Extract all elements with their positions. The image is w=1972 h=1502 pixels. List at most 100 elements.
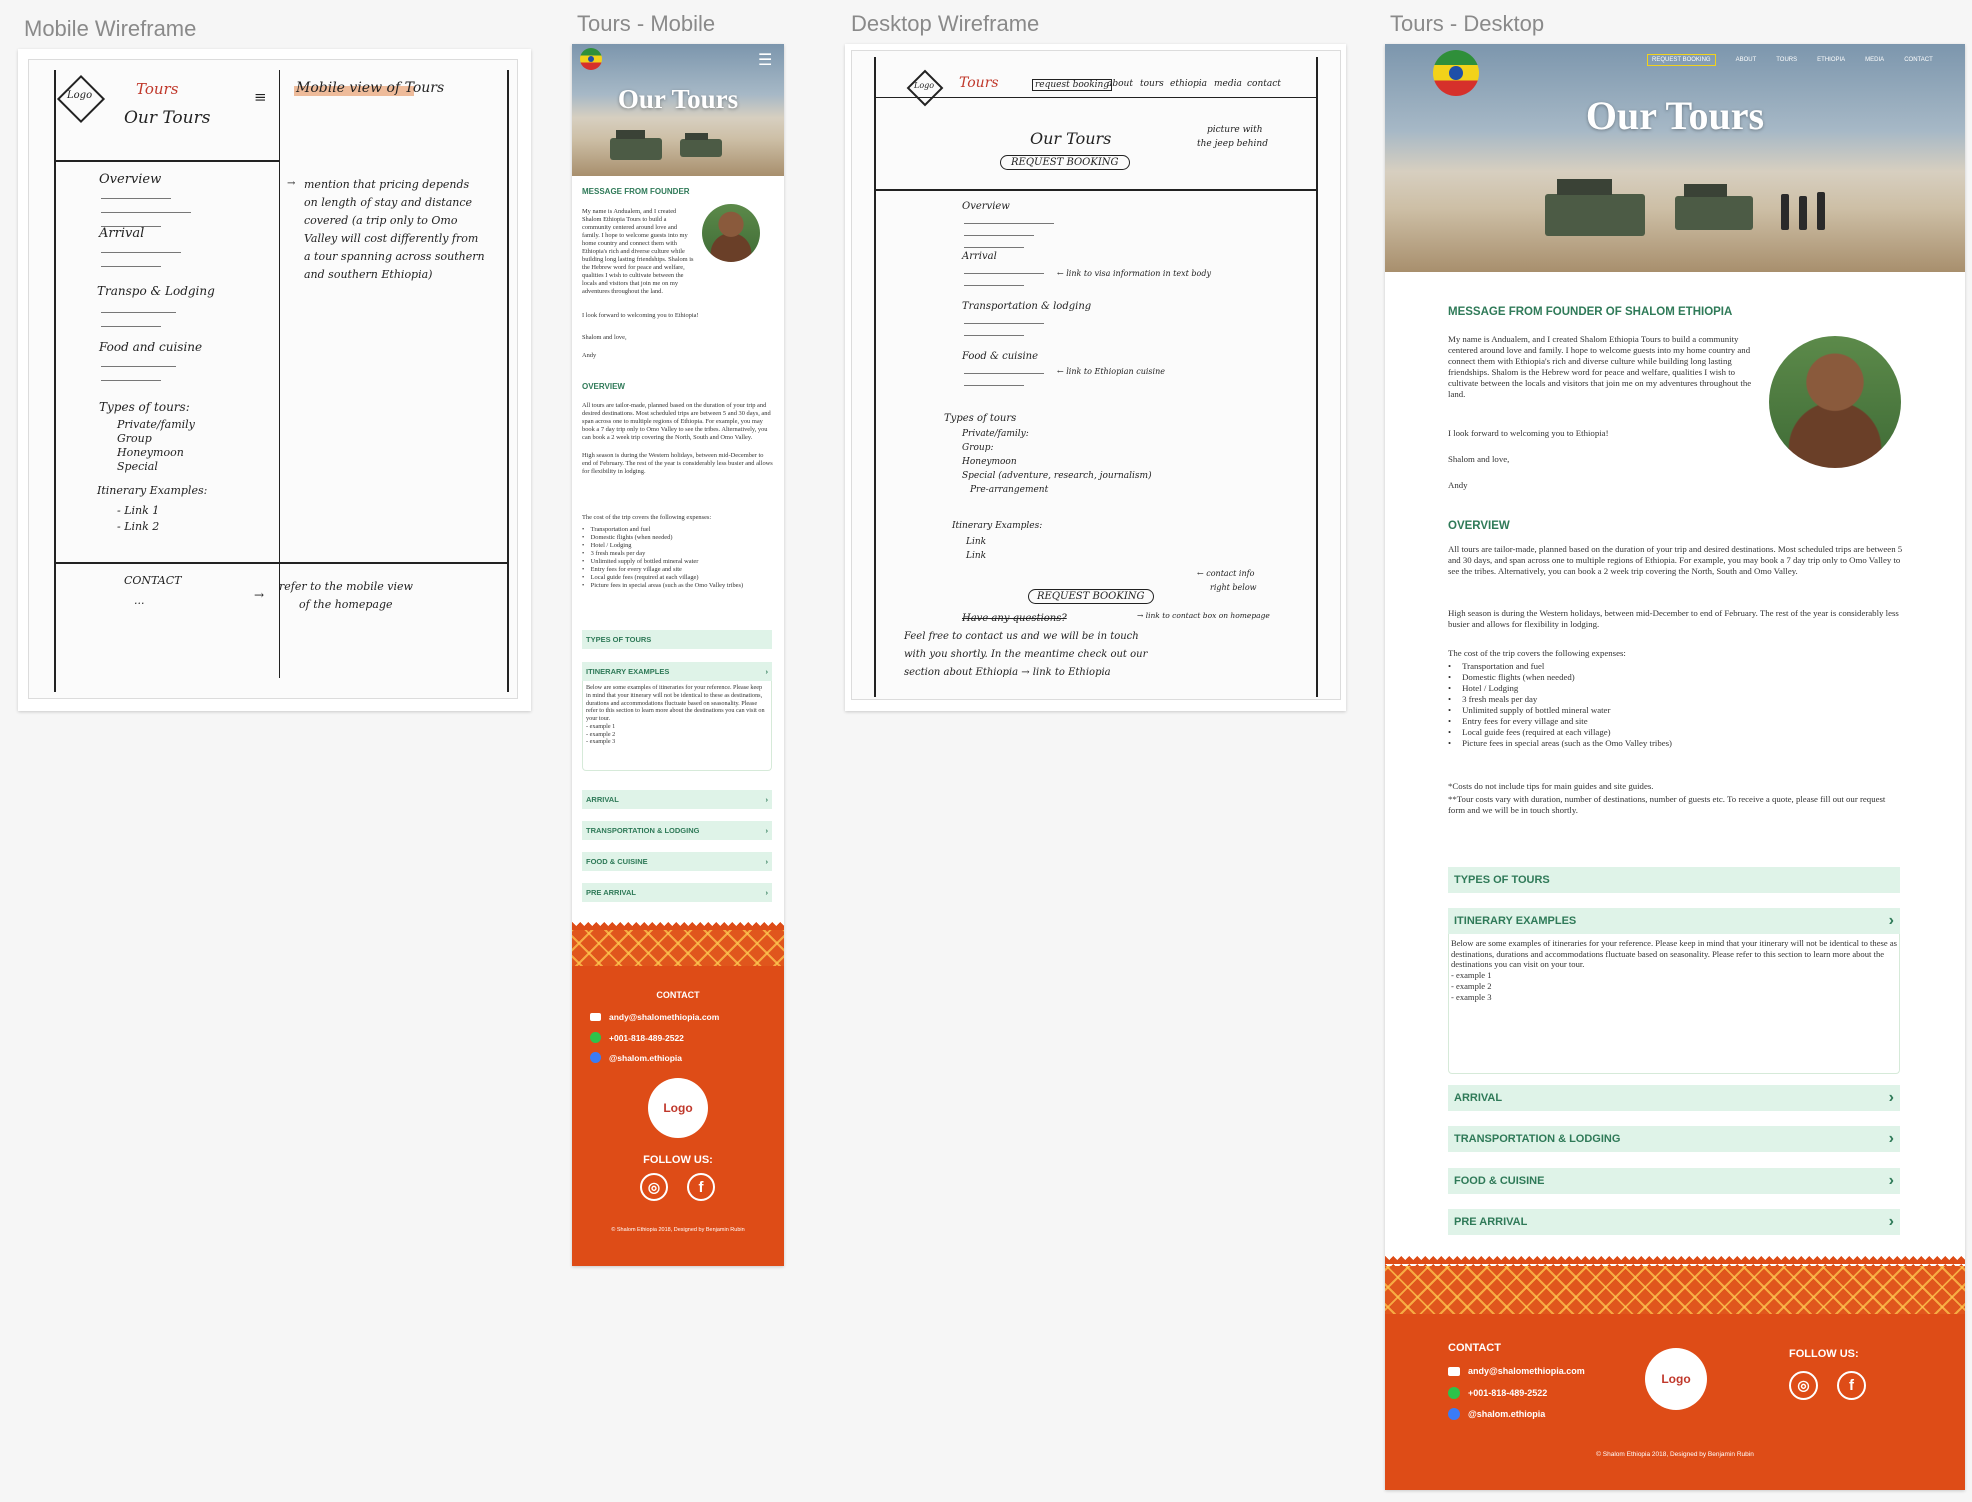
- wf-note: right below: [1210, 583, 1257, 592]
- chevron-right-icon: ›: [765, 667, 769, 676]
- wf-item: Itinerary Examples:: [952, 521, 1043, 531]
- phone-link[interactable]: +001-818-489-2522: [590, 1032, 684, 1043]
- hamburger-menu-icon[interactable]: ☰: [758, 50, 772, 69]
- instagram-icon[interactable]: ◎: [640, 1173, 668, 1201]
- message-heading: MESSAGE FROM FOUNDER: [582, 187, 690, 196]
- quote-note: **Tour costs vary with duration, number …: [1448, 794, 1886, 815]
- messenger-icon: [1448, 1408, 1460, 1420]
- chevron-right-icon: ›: [765, 857, 769, 866]
- message-welcome: I look forward to welcoming you to Ethio…: [582, 312, 699, 319]
- chevron-right-icon: ›: [765, 888, 769, 897]
- frame-label-tours-desktop[interactable]: Tours - Desktop: [1390, 11, 1544, 37]
- wf-nav: media: [1214, 79, 1242, 89]
- hero-title: Our Tours: [617, 84, 739, 114]
- nav-ethiopia[interactable]: ETHIOPIA: [1817, 57, 1845, 63]
- frame-label-desktop-wireframe[interactable]: Desktop Wireframe: [851, 11, 1039, 37]
- copyright: © Shalom Ethiopia 2018, Designed by Benj…: [611, 1227, 745, 1233]
- accordion-types-of-tours[interactable]: TYPES OF TOURS: [582, 630, 772, 649]
- accordion-pre-arrival[interactable]: PRE ARRIVAL ›: [582, 883, 772, 902]
- accordion-transportation[interactable]: TRANSPORTATION & LODGING ›: [582, 821, 772, 840]
- accordion-transportation[interactable]: TRANSPORTATION & LODGING ›: [1448, 1126, 1900, 1152]
- nav-tours[interactable]: TOURS: [1776, 57, 1797, 63]
- nav-contact[interactable]: CONTACT: [1904, 57, 1933, 63]
- copyright: © Shalom Ethiopia 2018, Designed by Benj…: [1596, 1451, 1754, 1458]
- pattern-band: [572, 930, 784, 966]
- wf-item: Arrival: [99, 226, 145, 241]
- overview-p3: The cost of the trip covers the followin…: [582, 514, 712, 521]
- message-signoff: Shalom and love,: [582, 334, 627, 341]
- footer-logo[interactable]: Logo: [1645, 1348, 1707, 1410]
- mobile-footer: CONTACT andy@shalomethiopia.com +001-818…: [572, 922, 784, 1266]
- wf-note: refer to the mobile view: [279, 580, 413, 593]
- instagram-icon[interactable]: ◎: [1789, 1371, 1818, 1400]
- costs-note: *Costs do not include tips for main guid…: [1448, 781, 1654, 791]
- wf-note: section about Ethiopia → link to Ethiopi…: [904, 667, 1111, 678]
- wf-brand: Tours: [959, 75, 999, 91]
- wf-note: Valley will cost differently from: [304, 232, 479, 245]
- itinerary-panel: Below are some examples of itineraries f…: [1448, 934, 1900, 1074]
- wf-item: Group:: [962, 443, 994, 453]
- wf-item: Itinerary Examples:: [97, 484, 208, 497]
- wf-nav: request booking: [1032, 79, 1113, 91]
- wireframe-sketch: Logo Tours ≡ Our Tours Mobile view of To…: [28, 59, 518, 699]
- desktop-wireframe-artboard[interactable]: Logo Tours request booking about tours e…: [845, 44, 1346, 711]
- chevron-right-icon: ›: [1888, 1213, 1894, 1230]
- phone-link[interactable]: +001-818-489-2522: [1448, 1387, 1547, 1399]
- wf-item: Transpo & Lodging: [97, 284, 215, 298]
- accordion-food[interactable]: FOOD & CUISINE ›: [582, 852, 772, 871]
- frame-label-mobile-wireframe[interactable]: Mobile Wireframe: [24, 16, 196, 42]
- overview-p2: High season is during the Western holida…: [1448, 608, 1899, 629]
- message-welcome: I look forward to welcoming you to Ethio…: [1448, 428, 1609, 438]
- nav-media[interactable]: MEDIA: [1865, 57, 1884, 63]
- nav-request-booking[interactable]: REQUEST BOOKING: [1647, 54, 1716, 66]
- overview-p1: All tours are tailor-made, planned based…: [582, 402, 771, 441]
- accordion-arrival[interactable]: ARRIVAL ›: [1448, 1085, 1900, 1111]
- tours-desktop-artboard[interactable]: REQUEST BOOKING ABOUT TOURS ETHIOPIA MED…: [1385, 44, 1965, 1490]
- whatsapp-icon: [590, 1032, 601, 1043]
- wf-note: ← link to visa information in text body: [1057, 269, 1211, 278]
- logo-flag-icon[interactable]: [580, 48, 602, 70]
- wf-note: and southern Ethiopia): [304, 268, 433, 281]
- accordion-types-of-tours[interactable]: TYPES OF TOURS: [1448, 867, 1900, 893]
- mobile-wireframe-artboard[interactable]: Logo Tours ≡ Our Tours Mobile view of To…: [18, 49, 531, 711]
- overview-heading: OVERVIEW: [1448, 520, 1510, 532]
- messenger-icon: [590, 1052, 601, 1063]
- expense-list: • Transportation and fuel • Domestic fli…: [582, 526, 744, 589]
- nav-about[interactable]: ABOUT: [1736, 57, 1757, 63]
- wf-nav: about: [1107, 79, 1133, 89]
- wf-nav: ethiopia: [1170, 79, 1208, 89]
- wf-item: Link: [966, 551, 987, 561]
- wf-note: ← link to Ethiopian cuisine: [1057, 367, 1165, 376]
- facebook-icon[interactable]: f: [687, 1173, 715, 1201]
- main-nav: REQUEST BOOKING ABOUT TOURS ETHIOPIA MED…: [1647, 54, 1933, 66]
- pattern-band: [1385, 1266, 1965, 1314]
- tours-mobile-artboard[interactable]: ☰ Our Tours MESSAGE FROM FOUNDER My name…: [572, 44, 784, 1266]
- chevron-right-icon: ›: [1888, 1089, 1894, 1106]
- wf-item: Honeymoon: [117, 446, 184, 459]
- desktop-footer: CONTACT andy@shalomethiopia.com +001-818…: [1385, 1256, 1965, 1490]
- email-link[interactable]: andy@shalomethiopia.com: [1448, 1366, 1585, 1376]
- chevron-right-icon: ›: [1888, 1172, 1894, 1189]
- accordion-itinerary-examples[interactable]: ITINERARY EXAMPLES ›: [582, 662, 772, 681]
- wf-item: - Link 1: [117, 504, 160, 517]
- wf-note: Feel free to contact us and we will be i…: [904, 631, 1139, 642]
- frame-label-tours-mobile[interactable]: Tours - Mobile: [577, 11, 715, 37]
- email-link[interactable]: andy@shalomethiopia.com: [590, 1012, 719, 1022]
- accordion-pre-arrival[interactable]: PRE ARRIVAL ›: [1448, 1209, 1900, 1235]
- footer-logo[interactable]: Logo: [648, 1078, 708, 1138]
- wf-item: Special (adventure, research, journalism…: [962, 471, 1152, 481]
- accordion-food[interactable]: FOOD & CUISINE ›: [1448, 1168, 1900, 1194]
- message-body: My name is Andualem, and I created Shalo…: [1448, 334, 1752, 399]
- logo-flag-icon[interactable]: [1433, 50, 1479, 96]
- wf-request-button-2: REQUEST BOOKING: [1028, 589, 1154, 604]
- wf-contact-dots: ...: [134, 594, 145, 607]
- messenger-link[interactable]: @shalom.ethiopia: [1448, 1408, 1545, 1420]
- messenger-link[interactable]: @shalom.ethiopia: [590, 1052, 682, 1063]
- facebook-icon[interactable]: f: [1837, 1371, 1866, 1400]
- accordion-itinerary-examples[interactable]: ITINERARY EXAMPLES ›: [1448, 908, 1900, 934]
- wf-request-button: REQUEST BOOKING: [1000, 155, 1130, 170]
- wf-logo: Logo: [914, 81, 935, 90]
- accordion-arrival[interactable]: ARRIVAL ›: [582, 790, 772, 809]
- wf-item: Overview: [99, 172, 162, 187]
- wf-heading: Our Tours: [124, 108, 211, 128]
